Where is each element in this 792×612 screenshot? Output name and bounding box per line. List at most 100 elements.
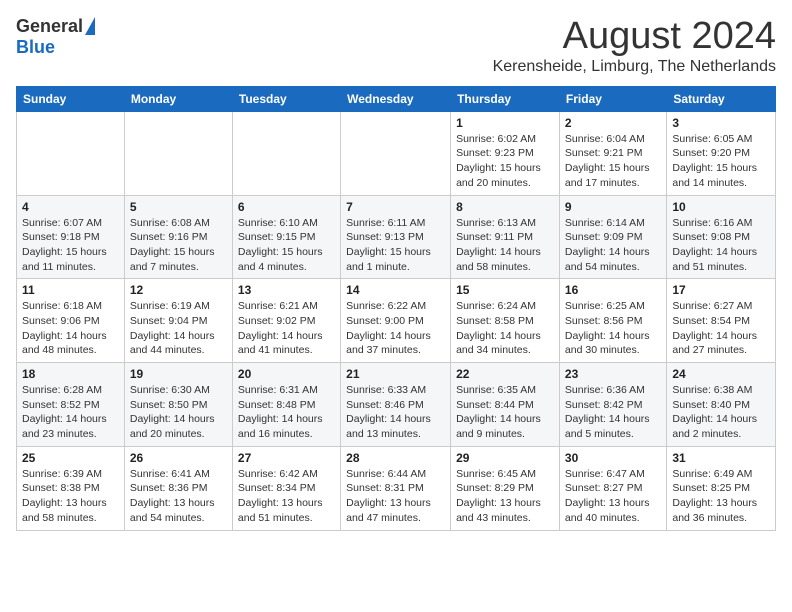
table-row: 5 Sunrise: 6:08 AMSunset: 9:16 PMDaylight…: [124, 195, 232, 279]
day-info: Sunrise: 6:44 AMSunset: 8:31 PMDaylight:…: [346, 468, 431, 524]
day-info: Sunrise: 6:39 AMSunset: 8:38 PMDaylight:…: [22, 468, 107, 524]
day-number: 15: [456, 283, 554, 297]
table-row: 7 Sunrise: 6:11 AMSunset: 9:13 PMDaylight…: [341, 195, 451, 279]
day-info: Sunrise: 6:47 AMSunset: 8:27 PMDaylight:…: [565, 468, 650, 524]
day-info: Sunrise: 6:19 AMSunset: 9:04 PMDaylight:…: [130, 300, 215, 356]
day-info: Sunrise: 6:27 AMSunset: 8:54 PMDaylight:…: [672, 300, 757, 356]
day-info: Sunrise: 6:11 AMSunset: 9:13 PMDaylight:…: [346, 217, 431, 273]
col-tuesday: Tuesday: [232, 86, 340, 111]
day-info: Sunrise: 6:08 AMSunset: 9:16 PMDaylight:…: [130, 217, 215, 273]
day-number: 6: [238, 200, 335, 214]
col-thursday: Thursday: [451, 86, 560, 111]
calendar-header-row: Sunday Monday Tuesday Wednesday Thursday…: [17, 86, 776, 111]
table-row: 11 Sunrise: 6:18 AMSunset: 9:06 PMDayligh…: [17, 279, 125, 363]
day-number: 27: [238, 451, 335, 465]
day-number: 14: [346, 283, 445, 297]
table-row: 26Sunrise: 6:41 AMSunset: 8:36 PMDayligh…: [124, 446, 232, 530]
calendar-week-row: 18 Sunrise: 6:28 AMSunset: 8:52 PMDayligh…: [17, 363, 776, 447]
table-row: 15 Sunrise: 6:24 AMSunset: 8:58 PMDayligh…: [451, 279, 560, 363]
day-number: 11: [22, 283, 119, 297]
page: General Blue August 2024 Kerensheide, Li…: [0, 0, 792, 541]
day-info: Sunrise: 6:28 AMSunset: 8:52 PMDaylight:…: [22, 384, 107, 440]
calendar-week-row: 25 Sunrise: 6:39 AMSunset: 8:38 PMDayligh…: [17, 446, 776, 530]
day-info: Sunrise: 6:45 AMSunset: 8:29 PMDaylight:…: [456, 468, 541, 524]
table-row: 6 Sunrise: 6:10 AMSunset: 9:15 PMDaylight…: [232, 195, 340, 279]
day-number: 17: [672, 283, 770, 297]
day-number: 20: [238, 367, 335, 381]
table-row: 18 Sunrise: 6:28 AMSunset: 8:52 PMDayligh…: [17, 363, 125, 447]
col-wednesday: Wednesday: [341, 86, 451, 111]
day-number: 5: [130, 200, 227, 214]
day-number: 18: [22, 367, 119, 381]
day-number: 9: [565, 200, 661, 214]
table-row: 16 Sunrise: 6:25 AMSunset: 8:56 PMDayligh…: [559, 279, 666, 363]
table-row: [124, 111, 232, 195]
day-number: 2: [565, 116, 661, 130]
table-row: 24Sunrise: 6:38 AMSunset: 8:40 PMDayligh…: [667, 363, 776, 447]
day-info: Sunrise: 6:42 AMSunset: 8:34 PMDaylight:…: [238, 468, 323, 524]
table-row: [232, 111, 340, 195]
table-row: 9 Sunrise: 6:14 AMSunset: 9:09 PMDaylight…: [559, 195, 666, 279]
table-row: 29 Sunrise: 6:45 AMSunset: 8:29 PMDayligh…: [451, 446, 560, 530]
day-number: 13: [238, 283, 335, 297]
table-row: 23Sunrise: 6:36 AMSunset: 8:42 PMDayligh…: [559, 363, 666, 447]
day-info: Sunrise: 6:49 AMSunset: 8:25 PMDaylight:…: [672, 468, 757, 524]
day-number: 7: [346, 200, 445, 214]
table-row: 3 Sunrise: 6:05 AMSunset: 9:20 PMDaylight…: [667, 111, 776, 195]
table-row: 1Sunrise: 6:02 AMSunset: 9:23 PMDaylight…: [451, 111, 560, 195]
logo-general: General: [16, 16, 83, 37]
day-number: 25: [22, 451, 119, 465]
table-row: 2 Sunrise: 6:04 AMSunset: 9:21 PMDaylight…: [559, 111, 666, 195]
table-row: 10Sunrise: 6:16 AMSunset: 9:08 PMDayligh…: [667, 195, 776, 279]
day-info: Sunrise: 6:21 AMSunset: 9:02 PMDaylight:…: [238, 300, 323, 356]
day-info: Sunrise: 6:07 AMSunset: 9:18 PMDaylight:…: [22, 217, 107, 273]
day-info: Sunrise: 6:13 AMSunset: 9:11 PMDaylight:…: [456, 217, 541, 273]
day-info: Sunrise: 6:33 AMSunset: 8:46 PMDaylight:…: [346, 384, 431, 440]
day-info: Sunrise: 6:10 AMSunset: 9:15 PMDaylight:…: [238, 217, 323, 273]
table-row: 31 Sunrise: 6:49 AMSunset: 8:25 PMDayligh…: [667, 446, 776, 530]
table-row: 12Sunrise: 6:19 AMSunset: 9:04 PMDayligh…: [124, 279, 232, 363]
day-info: Sunrise: 6:38 AMSunset: 8:40 PMDaylight:…: [672, 384, 757, 440]
title-section: August 2024 Kerensheide, Limburg, The Ne…: [493, 16, 776, 76]
day-number: 22: [456, 367, 554, 381]
table-row: 27 Sunrise: 6:42 AMSunset: 8:34 PMDayligh…: [232, 446, 340, 530]
day-number: 31: [672, 451, 770, 465]
table-row: 22 Sunrise: 6:35 AMSunset: 8:44 PMDayligh…: [451, 363, 560, 447]
day-info: Sunrise: 6:41 AMSunset: 8:36 PMDaylight:…: [130, 468, 215, 524]
day-info: Sunrise: 6:31 AMSunset: 8:48 PMDaylight:…: [238, 384, 323, 440]
col-sunday: Sunday: [17, 86, 125, 111]
logo-triangle-icon: [85, 17, 95, 35]
day-number: 28: [346, 451, 445, 465]
table-row: 8 Sunrise: 6:13 AMSunset: 9:11 PMDaylight…: [451, 195, 560, 279]
day-info: Sunrise: 6:25 AMSunset: 8:56 PMDaylight:…: [565, 300, 650, 356]
table-row: 14Sunrise: 6:22 AMSunset: 9:00 PMDayligh…: [341, 279, 451, 363]
day-number: 29: [456, 451, 554, 465]
col-friday: Friday: [559, 86, 666, 111]
table-row: 4 Sunrise: 6:07 AMSunset: 9:18 PMDaylight…: [17, 195, 125, 279]
logo: General Blue: [16, 16, 95, 58]
table-row: 28 Sunrise: 6:44 AMSunset: 8:31 PMDayligh…: [341, 446, 451, 530]
day-number: 30: [565, 451, 661, 465]
day-number: 8: [456, 200, 554, 214]
day-number: 4: [22, 200, 119, 214]
location-subtitle: Kerensheide, Limburg, The Netherlands: [493, 58, 776, 76]
table-row: 19Sunrise: 6:30 AMSunset: 8:50 PMDayligh…: [124, 363, 232, 447]
calendar-table: Sunday Monday Tuesday Wednesday Thursday…: [16, 86, 776, 531]
day-number: 3: [672, 116, 770, 130]
day-info: Sunrise: 6:14 AMSunset: 9:09 PMDaylight:…: [565, 217, 650, 273]
day-info: Sunrise: 6:05 AMSunset: 9:20 PMDaylight:…: [672, 133, 757, 189]
day-info: Sunrise: 6:04 AMSunset: 9:21 PMDaylight:…: [565, 133, 650, 189]
table-row: [341, 111, 451, 195]
table-row: 20 Sunrise: 6:31 AMSunset: 8:48 PMDayligh…: [232, 363, 340, 447]
day-number: 16: [565, 283, 661, 297]
logo-blue: Blue: [16, 37, 55, 58]
header: General Blue August 2024 Kerensheide, Li…: [16, 16, 776, 76]
day-info: Sunrise: 6:24 AMSunset: 8:58 PMDaylight:…: [456, 300, 541, 356]
day-info: Sunrise: 6:35 AMSunset: 8:44 PMDaylight:…: [456, 384, 541, 440]
day-info: Sunrise: 6:30 AMSunset: 8:50 PMDaylight:…: [130, 384, 215, 440]
table-row: 30 Sunrise: 6:47 AMSunset: 8:27 PMDayligh…: [559, 446, 666, 530]
day-info: Sunrise: 6:18 AMSunset: 9:06 PMDaylight:…: [22, 300, 107, 356]
table-row: 17 Sunrise: 6:27 AMSunset: 8:54 PMDayligh…: [667, 279, 776, 363]
day-number: 23: [565, 367, 661, 381]
col-saturday: Saturday: [667, 86, 776, 111]
